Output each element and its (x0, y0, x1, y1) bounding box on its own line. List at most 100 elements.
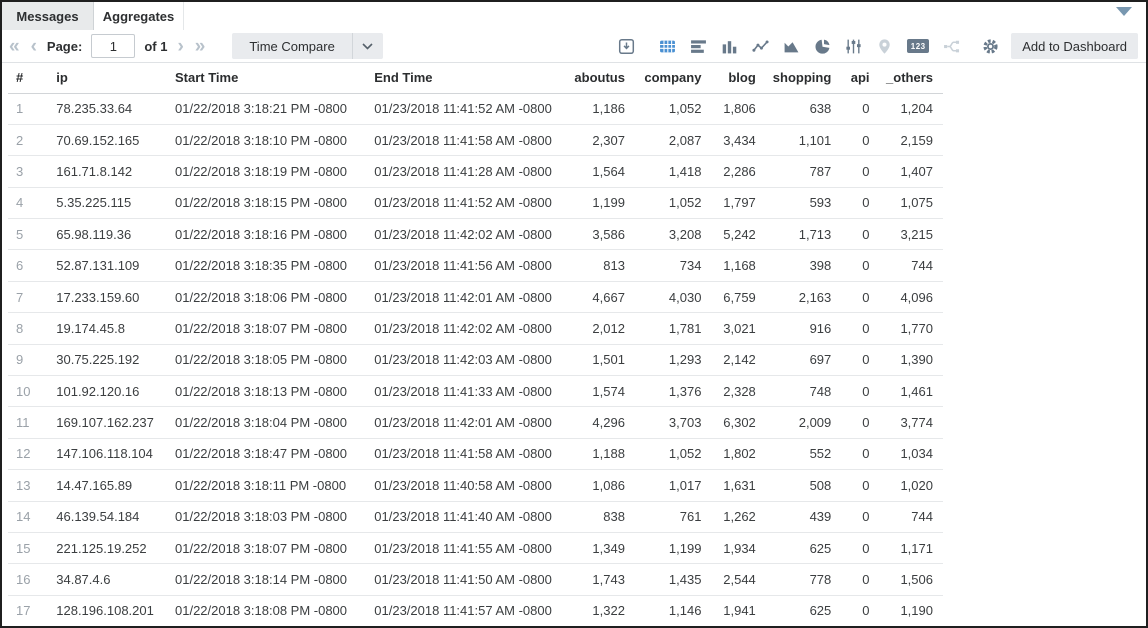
table-cell: 01/23/2018 11:42:02 AM -0800 (366, 313, 572, 344)
table-row[interactable]: 1446.139.54.18401/22/2018 3:18:03 PM -08… (8, 501, 943, 532)
table-cell: 1,564 (573, 156, 635, 187)
table-cell: 593 (766, 187, 841, 218)
table-cell: 1,146 (635, 595, 711, 626)
table-cell: 813 (573, 250, 635, 281)
table-cell: 1,017 (635, 470, 711, 501)
column-header[interactable]: _others (880, 63, 943, 93)
tab-aggregates[interactable]: Aggregates (94, 2, 184, 30)
chevron-down-icon[interactable] (353, 33, 383, 59)
table-cell: 2,163 (766, 281, 841, 312)
table-cell: 1,418 (635, 156, 711, 187)
column-header[interactable]: # (8, 63, 48, 93)
table-row[interactable]: 12147.106.118.10401/22/2018 3:18:47 PM -… (8, 438, 943, 469)
column-header[interactable]: aboutus (573, 63, 635, 93)
table-row[interactable]: 652.87.131.10901/22/2018 3:18:35 PM -080… (8, 250, 943, 281)
tab-messages[interactable]: Messages (2, 2, 94, 30)
table-cell: 01/22/2018 3:18:05 PM -0800 (167, 344, 366, 375)
table-cell: 1,034 (880, 438, 943, 469)
table-cell: 19.174.45.8 (48, 313, 167, 344)
table-cell: 14 (8, 501, 48, 532)
table-row[interactable]: 1314.47.165.8901/22/2018 3:18:11 PM -080… (8, 470, 943, 501)
next-page-icon[interactable]: › (176, 37, 184, 56)
table-row[interactable]: 178.235.33.6401/22/2018 3:18:21 PM -0800… (8, 93, 943, 124)
table-row[interactable]: 565.98.119.3601/22/2018 3:18:16 PM -0800… (8, 219, 943, 250)
table-cell: 17.233.159.60 (48, 281, 167, 312)
column-header[interactable]: ip (48, 63, 167, 93)
table-row[interactable]: 270.69.152.16501/22/2018 3:18:10 PM -080… (8, 124, 943, 155)
table-cell: 5.35.225.115 (48, 187, 167, 218)
area-chart-icon[interactable] (783, 38, 800, 55)
table-cell: 1,797 (711, 187, 765, 218)
column-header[interactable]: api (841, 63, 879, 93)
settings-gear-icon[interactable] (982, 38, 999, 55)
table-cell: 7 (8, 281, 48, 312)
table-cell: 01/22/2018 3:18:47 PM -0800 (167, 438, 366, 469)
column-header[interactable]: company (635, 63, 711, 93)
table-cell: 01/22/2018 3:18:16 PM -0800 (167, 219, 366, 250)
export-icon[interactable] (618, 38, 635, 55)
add-to-dashboard-button[interactable]: Add to Dashboard (1011, 33, 1138, 59)
table-cell: 2,087 (635, 124, 711, 155)
table-row[interactable]: 1634.87.4.601/22/2018 3:18:14 PM -080001… (8, 564, 943, 595)
table-cell: 2,328 (711, 376, 765, 407)
table-cell: 0 (841, 595, 879, 626)
tab-bar: Messages Aggregates (2, 2, 1146, 30)
table-cell: 0 (841, 376, 879, 407)
table-cell: 01/22/2018 3:18:21 PM -0800 (167, 93, 366, 124)
column-header[interactable]: Start Time (167, 63, 366, 93)
table-cell: 15 (8, 532, 48, 563)
table-cell: 13 (8, 470, 48, 501)
table-row[interactable]: 10101.92.120.1601/22/2018 3:18:13 PM -08… (8, 376, 943, 407)
table-cell: 1,934 (711, 532, 765, 563)
table-row[interactable]: 3161.71.8.14201/22/2018 3:18:19 PM -0800… (8, 156, 943, 187)
table-cell: 1,293 (635, 344, 711, 375)
table-row[interactable]: 45.35.225.11501/22/2018 3:18:15 PM -0800… (8, 187, 943, 218)
single-value-icon[interactable]: 123 (907, 39, 929, 53)
last-page-icon[interactable]: » (194, 37, 207, 56)
line-chart-icon[interactable] (752, 38, 769, 55)
sankey-icon (943, 38, 960, 55)
table-row[interactable]: 17128.196.108.20101/22/2018 3:18:08 PM -… (8, 595, 943, 626)
toolbar: « ‹ Page: of 1 › » Time Compare (2, 30, 1146, 63)
table-row[interactable]: 819.174.45.801/22/2018 3:18:07 PM -08000… (8, 313, 943, 344)
page-number-input[interactable] (91, 34, 135, 58)
first-page-icon[interactable]: « (8, 37, 21, 56)
table-view-icon[interactable] (659, 38, 676, 55)
table-cell: 01/23/2018 11:41:28 AM -0800 (366, 156, 572, 187)
table-cell: 0 (841, 156, 879, 187)
pie-chart-icon[interactable] (814, 38, 831, 55)
table-cell: 761 (635, 501, 711, 532)
time-compare-button[interactable]: Time Compare (232, 33, 382, 59)
table-row[interactable]: 15221.125.19.25201/22/2018 3:18:07 PM -0… (8, 532, 943, 563)
table-cell: 1,461 (880, 376, 943, 407)
time-compare-label: Time Compare (232, 33, 351, 59)
table-cell: 01/22/2018 3:18:15 PM -0800 (167, 187, 366, 218)
table-cell: 0 (841, 470, 879, 501)
table-cell: 1,101 (766, 124, 841, 155)
prev-page-icon[interactable]: ‹ (30, 37, 38, 56)
column-chart-icon[interactable] (721, 38, 738, 55)
table-cell: 1,506 (880, 564, 943, 595)
table-cell: 01/22/2018 3:18:11 PM -0800 (167, 470, 366, 501)
table-cell: 3,434 (711, 124, 765, 155)
table-cell: 5 (8, 219, 48, 250)
table-cell: 1,770 (880, 313, 943, 344)
box-plot-icon[interactable] (845, 38, 862, 55)
table-row[interactable]: 930.75.225.19201/22/2018 3:18:05 PM -080… (8, 344, 943, 375)
table-cell: 01/23/2018 11:41:50 AM -0800 (366, 564, 572, 595)
column-header[interactable]: blog (711, 63, 765, 93)
table-cell: 1,435 (635, 564, 711, 595)
table-row[interactable]: 717.233.159.6001/22/2018 3:18:06 PM -080… (8, 281, 943, 312)
table-cell: 01/22/2018 3:18:35 PM -0800 (167, 250, 366, 281)
bar-chart-icon[interactable] (690, 38, 707, 55)
collapse-panel-icon[interactable] (1116, 7, 1132, 16)
table-cell: 2,286 (711, 156, 765, 187)
table-cell: 1,186 (573, 93, 635, 124)
table-cell: 01/23/2018 11:41:57 AM -0800 (366, 595, 572, 626)
column-header[interactable]: End Time (366, 63, 572, 93)
table-cell: 2,012 (573, 313, 635, 344)
table-cell: 1,349 (573, 532, 635, 563)
table-cell: 5,242 (711, 219, 765, 250)
column-header[interactable]: shopping (766, 63, 841, 93)
table-row[interactable]: 11169.107.162.23701/22/2018 3:18:04 PM -… (8, 407, 943, 438)
